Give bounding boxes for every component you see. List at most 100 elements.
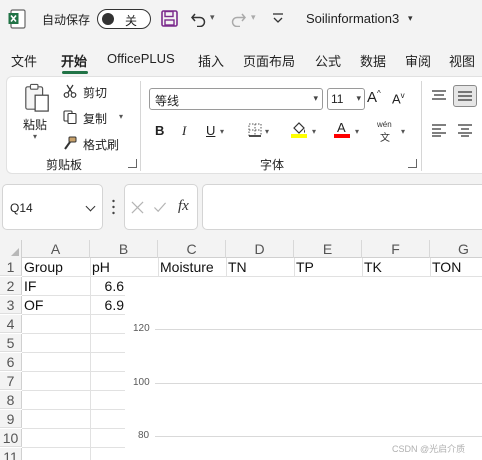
grid-line <box>22 447 125 448</box>
name-box-value: Q14 <box>10 201 33 215</box>
tab-file[interactable]: 文件 <box>11 51 37 70</box>
cell-a3[interactable]: OF <box>22 296 90 314</box>
font-color-dropdown-icon[interactable]: ▾ <box>355 127 359 136</box>
grid-line <box>22 428 125 429</box>
align-top-icon[interactable] <box>431 89 447 103</box>
increase-font-size-icon[interactable]: A^ <box>367 89 381 106</box>
underline-button[interactable]: U <box>206 123 215 138</box>
customize-toolbar-icon[interactable] <box>272 10 284 26</box>
save-icon[interactable] <box>161 10 178 27</box>
borders-dropdown-icon[interactable]: ▾ <box>265 127 269 136</box>
italic-button[interactable]: I <box>182 123 186 139</box>
name-box[interactable]: Q14 <box>2 184 103 230</box>
font-name-select[interactable]: 等线 ▾ <box>149 88 323 110</box>
cell-f1[interactable]: TK <box>362 258 430 276</box>
select-all-button[interactable] <box>0 240 22 258</box>
grid-line <box>22 371 125 372</box>
autosave-state: 关 <box>125 14 138 28</box>
column-header-e[interactable]: E <box>294 240 362 258</box>
grid-line <box>22 409 125 410</box>
cell-d1[interactable]: TN <box>226 258 294 276</box>
cell-c1[interactable]: Moisture <box>158 258 226 276</box>
formula-input[interactable] <box>202 184 482 230</box>
redo-icon <box>231 13 246 27</box>
chevron-down-icon: ▾ <box>313 93 318 103</box>
decrease-font-size-icon[interactable]: Av <box>392 91 405 106</box>
align-middle-icon <box>458 91 472 101</box>
fill-color-dropdown-icon[interactable]: ▾ <box>312 127 316 136</box>
cell-e1[interactable]: TP <box>294 258 362 276</box>
paste-button[interactable]: 粘贴 ▾ <box>19 83 57 141</box>
format-painter-button[interactable]: 格式刷 <box>63 133 133 153</box>
column-header-d[interactable]: D <box>226 240 294 258</box>
autosave-toggle[interactable]: 关 <box>97 9 151 29</box>
row-header-1[interactable]: 1 <box>0 258 22 276</box>
tab-officeplus[interactable]: OfficePLUS <box>107 51 175 66</box>
tab-home[interactable]: 开始 <box>61 51 87 70</box>
row-header-9[interactable]: 9 <box>0 410 22 428</box>
undo-dropdown-icon[interactable]: ▾ <box>210 12 215 23</box>
cell-g1[interactable]: TON <box>430 258 482 276</box>
file-menu-chevron-icon[interactable]: ▾ <box>408 13 413 24</box>
y-tick-label: 80 <box>138 430 150 441</box>
paste-dropdown-icon[interactable]: ▾ <box>33 132 37 141</box>
align-middle-button[interactable] <box>453 85 477 107</box>
y-tick-label: 100 <box>133 377 150 388</box>
grid-line <box>22 333 125 334</box>
redo-dropdown-icon: ▾ <box>251 12 256 22</box>
row-header-3[interactable]: 3 <box>0 296 22 314</box>
scissors-icon <box>63 84 77 98</box>
column-header-a[interactable]: A <box>22 240 90 258</box>
font-launcher-icon[interactable] <box>408 159 417 168</box>
chart-area[interactable]: 120 100 80 <box>125 278 482 460</box>
clipboard-group-label: 剪贴板 <box>46 158 83 172</box>
chart-gridline <box>155 329 482 330</box>
font-size-select[interactable]: 11 ▾ <box>327 88 365 110</box>
borders-icon[interactable] <box>248 123 262 137</box>
cell-a1[interactable]: Group <box>22 258 90 276</box>
undo-icon[interactable] <box>190 10 207 27</box>
column-header-f[interactable]: F <box>362 240 430 258</box>
fill-color-icon[interactable] <box>291 120 307 138</box>
row-header-8[interactable]: 8 <box>0 391 22 409</box>
align-left-icon[interactable] <box>431 123 447 137</box>
row-header-4[interactable]: 4 <box>0 315 22 333</box>
tab-view[interactable]: 视图 <box>449 51 475 70</box>
file-name[interactable]: Soilinformation3 <box>306 11 399 26</box>
column-header-c[interactable]: C <box>158 240 226 258</box>
tab-formulas[interactable]: 公式 <box>315 51 341 70</box>
clipboard-launcher-icon[interactable] <box>128 159 137 168</box>
underline-dropdown-icon[interactable]: ▾ <box>220 127 224 136</box>
insert-function-icon[interactable]: fx <box>178 198 189 215</box>
chevron-down-icon: ▾ <box>356 93 361 103</box>
tab-insert[interactable]: 插入 <box>198 51 224 70</box>
cell-b2[interactable]: 6.6 <box>90 277 126 295</box>
row-header-5[interactable]: 5 <box>0 334 22 352</box>
row-header-7[interactable]: 7 <box>0 372 22 390</box>
copy-dropdown-icon[interactable]: ▾ <box>119 112 123 121</box>
tab-page-layout[interactable]: 页面布局 <box>243 51 295 70</box>
tab-data[interactable]: 数据 <box>360 51 386 70</box>
align-center-icon[interactable] <box>457 123 473 137</box>
row-header-2[interactable]: 2 <box>0 277 22 295</box>
bold-button[interactable]: B <box>155 123 164 138</box>
cell-a2[interactable]: IF <box>22 277 90 295</box>
group-separator <box>421 81 422 171</box>
font-color-icon[interactable]: A <box>334 120 350 138</box>
row-header-6[interactable]: 6 <box>0 353 22 371</box>
cut-button[interactable]: 剪切 <box>63 81 123 101</box>
copy-button[interactable]: 复制 ▾ <box>63 107 133 127</box>
row-header-11[interactable]: 11 <box>0 448 22 460</box>
cell-b1[interactable]: pH <box>90 258 158 276</box>
tab-review[interactable]: 审阅 <box>405 51 431 70</box>
row-header-10[interactable]: 10 <box>0 429 22 447</box>
column-header-g[interactable]: G <box>430 240 482 258</box>
group-separator <box>140 81 141 171</box>
cell-b3[interactable]: 6.9 <box>90 296 126 314</box>
phonetic-dropdown-icon[interactable]: ▾ <box>401 127 405 136</box>
more-options-icon[interactable] <box>112 199 115 215</box>
cut-label: 剪切 <box>83 86 108 100</box>
phonetic-char: 文 <box>380 133 390 144</box>
column-header-b[interactable]: B <box>90 240 158 258</box>
phonetic-guide-button[interactable]: wén 文 <box>377 120 397 144</box>
